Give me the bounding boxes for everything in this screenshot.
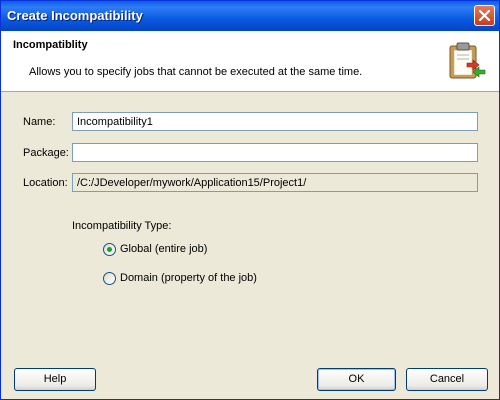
window-title: Create Incompatibility [7,8,143,23]
package-label: Package: [23,147,69,159]
location-input[interactable] [72,173,478,192]
clipboard-arrow-icon [449,42,486,79]
close-button[interactable] [474,5,495,26]
radio-global-button[interactable] [103,243,116,256]
header-description: Allows you to specify jobs that cannot b… [29,66,363,78]
cancel-button[interactable]: Cancel [406,368,488,391]
incompatibility-type-label: Incompatibility Type: [72,220,172,232]
package-input[interactable] [72,143,478,162]
close-icon [479,10,490,21]
header-title: Incompatiblity [13,39,88,51]
ok-button[interactable]: OK [317,368,396,391]
location-label: Location: [23,177,68,189]
help-button[interactable]: Help [14,368,96,391]
radio-selected-dot [107,247,112,252]
name-input[interactable] [72,112,478,131]
header-panel: Incompatiblity Allows you to specify job… [1,31,499,92]
radio-global-label: Global (entire job) [120,243,208,255]
title-bar[interactable]: Create Incompatibility [1,1,499,31]
dialog-window: Create Incompatibility Incompatiblity Al… [0,0,500,400]
radio-domain-button[interactable] [103,272,116,285]
name-label: Name: [23,116,56,128]
radio-domain-label: Domain (property of the job) [120,272,257,284]
